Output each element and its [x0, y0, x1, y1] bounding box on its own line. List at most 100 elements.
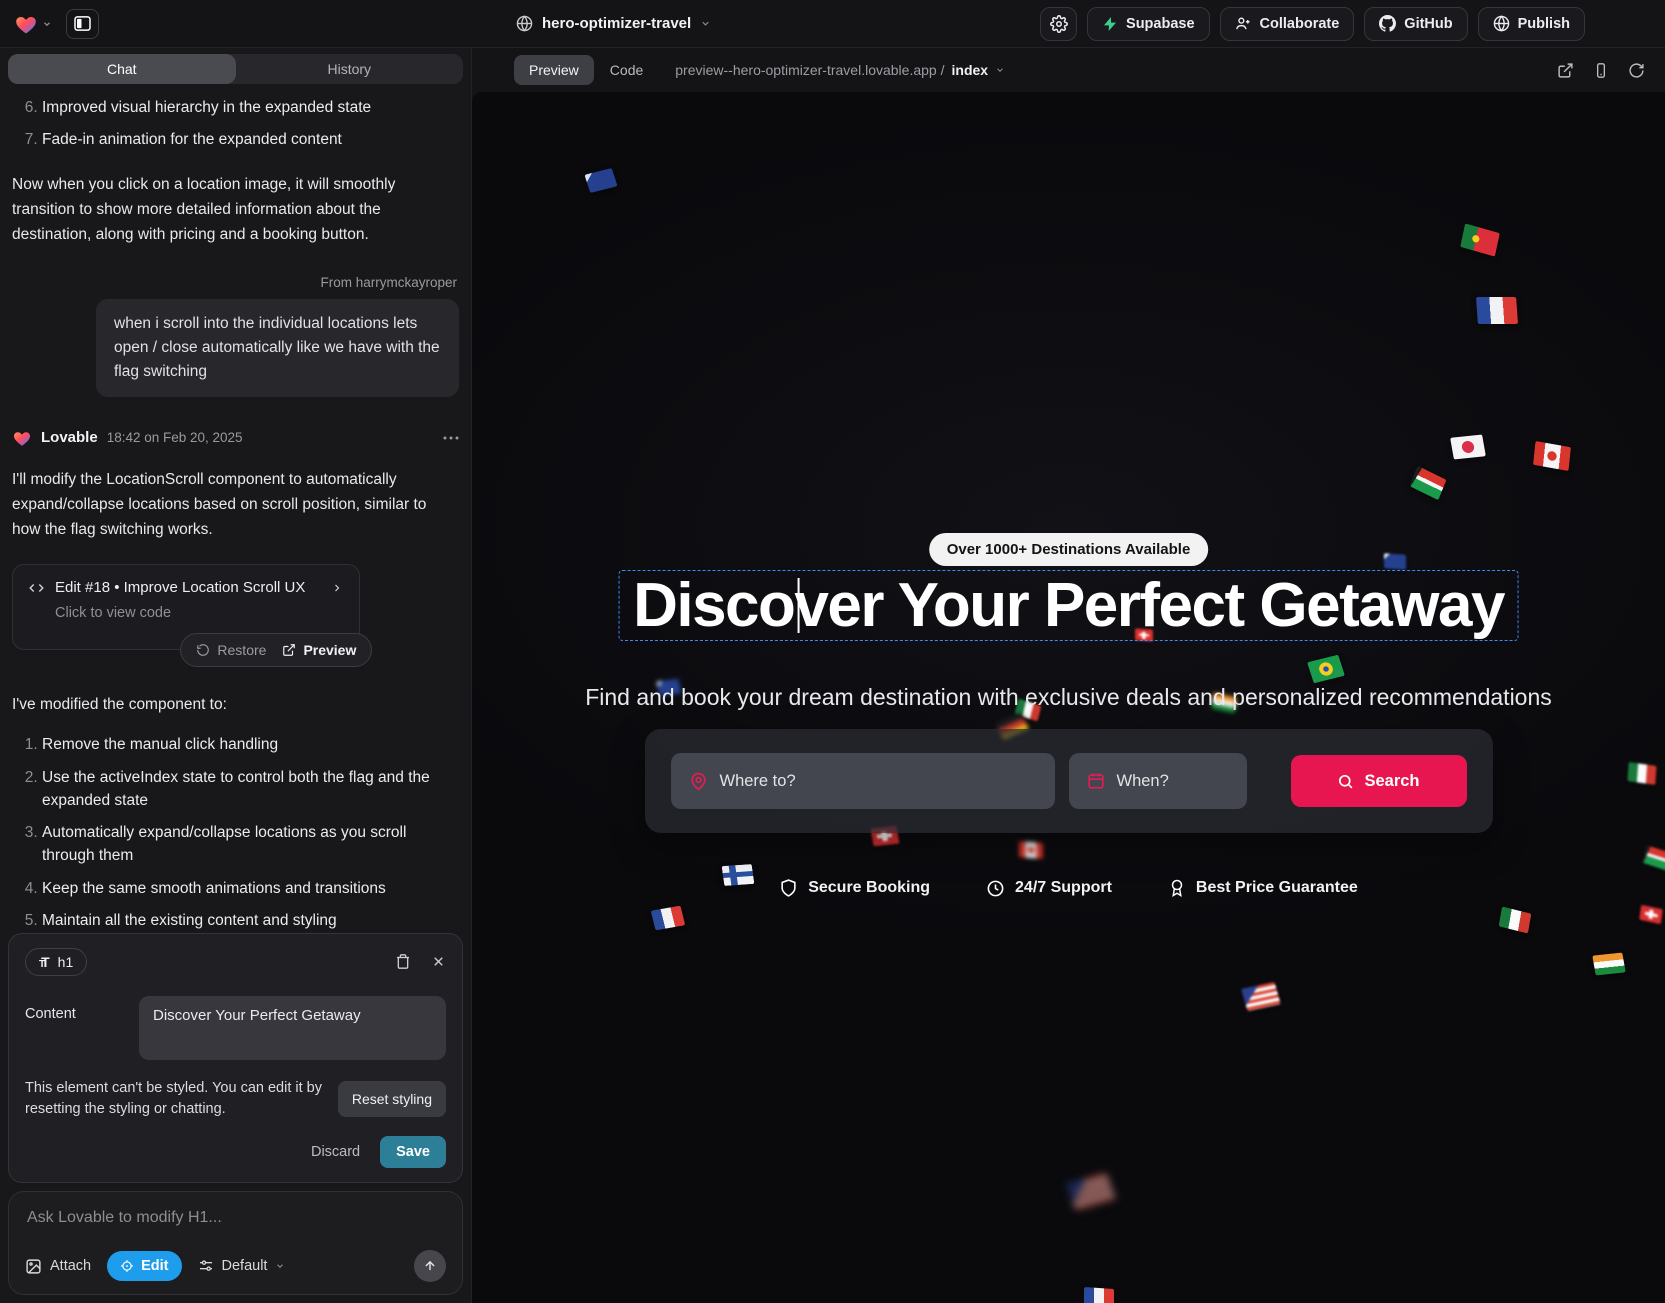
hero-title[interactable]: Discover Your Perfect Getaway — [633, 573, 1504, 638]
publish-button[interactable]: Publish — [1478, 7, 1585, 41]
sidebar-toggle-button[interactable] — [66, 9, 99, 39]
chevron-right-icon — [331, 582, 343, 594]
when-placeholder: When? — [1117, 772, 1169, 791]
lovable-logo-menu[interactable] — [14, 13, 52, 35]
default-mode-label: Default — [222, 1258, 268, 1274]
tab-chat[interactable]: Chat — [8, 54, 236, 84]
heart-logo-icon — [12, 429, 32, 447]
list-item: Automatically expand/collapse locations … — [42, 821, 459, 868]
magnifier-icon — [1337, 773, 1354, 790]
open-external-icon[interactable] — [1557, 62, 1574, 79]
close-icon[interactable] — [431, 954, 446, 969]
feature-support: 24/7 Support — [986, 879, 1112, 898]
flag-fr-icon — [1084, 1287, 1114, 1303]
publish-label: Publish — [1518, 16, 1570, 32]
github-icon — [1379, 15, 1396, 32]
list-item: Use the activeIndex state to control bot… — [42, 766, 459, 813]
shield-icon — [779, 878, 798, 898]
top-bar: hero-optimizer-travel Supabase — [0, 0, 1665, 48]
github-label: GitHub — [1404, 16, 1452, 32]
globe-icon — [516, 15, 533, 32]
more-menu-button[interactable] — [443, 436, 459, 440]
sidebar-tabs: Chat History — [8, 54, 463, 84]
search-button[interactable]: Search — [1291, 755, 1467, 807]
assistant-message-header: Lovable 18:42 on Feb 20, 2025 — [12, 429, 459, 447]
default-mode-button[interactable]: Default — [198, 1258, 286, 1274]
preview-label: Preview — [303, 642, 356, 658]
reset-styling-button[interactable]: Reset styling — [338, 1081, 446, 1117]
collaborate-button[interactable]: Collaborate — [1220, 7, 1355, 41]
external-link-icon — [282, 643, 296, 657]
edit-card-subtitle: Click to view code — [55, 605, 343, 621]
collaborate-label: Collaborate — [1260, 16, 1340, 32]
crosshair-icon — [120, 1259, 134, 1273]
discard-button[interactable]: Discard — [311, 1144, 360, 1160]
content-label: Content — [25, 996, 125, 1060]
supabase-button[interactable]: Supabase — [1087, 7, 1210, 41]
tab-code[interactable]: Code — [598, 55, 655, 85]
flag-us-icon — [1241, 982, 1281, 1011]
chevron-down-icon — [995, 65, 1005, 75]
heart-logo-icon — [14, 13, 38, 35]
restore-button[interactable]: Restore — [196, 642, 266, 658]
assistant-notes-list: Improved visual hierarchy in the expande… — [12, 96, 459, 152]
ask-lovable-input[interactable] — [25, 1208, 446, 1228]
typography-icon: TT — [39, 954, 50, 970]
styling-note: This element can't be styled. You can ed… — [25, 1078, 324, 1122]
trash-icon[interactable] — [395, 953, 411, 970]
element-editor-panel: TT h1 Content Discover Your Perfect — [8, 933, 463, 1184]
chat-scroll-area[interactable]: Improved visual hierarchy in the expande… — [0, 90, 471, 929]
chevron-down-icon — [700, 18, 711, 29]
user-plus-icon — [1235, 15, 1252, 32]
message-timestamp: 18:42 on Feb 20, 2025 — [107, 430, 243, 445]
content-textarea[interactable]: Discover Your Perfect Getaway — [139, 996, 446, 1060]
save-button[interactable]: Save — [380, 1136, 446, 1168]
where-placeholder: Where to? — [720, 772, 796, 791]
flag-za-icon — [1642, 845, 1665, 871]
preview-toolbar: Preview Code preview--hero-optimizer-tra… — [472, 48, 1665, 92]
github-button[interactable]: GitHub — [1364, 7, 1467, 41]
tab-history[interactable]: History — [236, 54, 464, 84]
text-caret — [797, 578, 799, 633]
site-preview-hero: Over 1000+ Destinations Available Discov… — [472, 92, 1665, 1303]
list-item: Remove the manual click handling — [42, 733, 459, 756]
tab-preview[interactable]: Preview — [514, 55, 594, 85]
mobile-view-icon[interactable] — [1593, 62, 1609, 79]
when-input[interactable]: When? — [1069, 753, 1247, 809]
code-icon — [28, 581, 45, 595]
project-selector[interactable]: hero-optimizer-travel — [516, 0, 711, 47]
map-pin-icon — [689, 772, 708, 791]
edit-card-title: Edit #18 • Improve Location Scroll UX — [55, 579, 305, 596]
element-tag-pill: TT h1 — [25, 948, 87, 976]
flag-fr-icon — [651, 906, 685, 931]
preview-url[interactable]: preview--hero-optimizer-travel.lovable.a… — [675, 62, 1005, 78]
flag-mx-icon — [1499, 907, 1532, 934]
flag-au-icon — [584, 168, 617, 193]
panel-left-icon — [74, 16, 91, 31]
message-author-label: From harrymckayroper — [14, 275, 457, 290]
preview-pane: Preview Code preview--hero-optimizer-tra… — [472, 48, 1665, 1303]
flag-jp-icon — [1450, 434, 1486, 459]
feature-label: Best Price Guarantee — [1196, 879, 1358, 897]
h1-selection-outline: Discover Your Perfect Getaway — [618, 570, 1519, 641]
settings-button[interactable] — [1040, 7, 1077, 41]
list-item: Improved visual hierarchy in the expande… — [42, 96, 459, 119]
feature-label: 24/7 Support — [1015, 879, 1112, 897]
edit-mode-button[interactable]: Edit — [107, 1251, 181, 1281]
where-to-input[interactable]: Where to? — [671, 753, 1055, 809]
flag-ch-icon — [1639, 905, 1663, 924]
list-item: Keep the same smooth animations and tran… — [42, 877, 459, 900]
sliders-icon — [198, 1259, 214, 1273]
calendar-icon — [1087, 772, 1105, 790]
assistant-paragraph: Now when you click on a location image, … — [12, 172, 459, 247]
restore-preview-pill: Restore Preview — [180, 633, 372, 667]
list-item: Fade-in animation for the expanded conte… — [42, 128, 459, 151]
preview-edit-button[interactable]: Preview — [282, 642, 356, 658]
assistant-intro: I'll modify the LocationScroll component… — [12, 467, 459, 542]
search-label: Search — [1364, 772, 1419, 791]
send-button[interactable] — [414, 1250, 446, 1282]
refresh-icon[interactable] — [1628, 62, 1645, 79]
attach-button[interactable]: Attach — [25, 1258, 91, 1275]
flag-ca-icon — [1533, 441, 1571, 471]
undo-icon — [196, 643, 210, 657]
